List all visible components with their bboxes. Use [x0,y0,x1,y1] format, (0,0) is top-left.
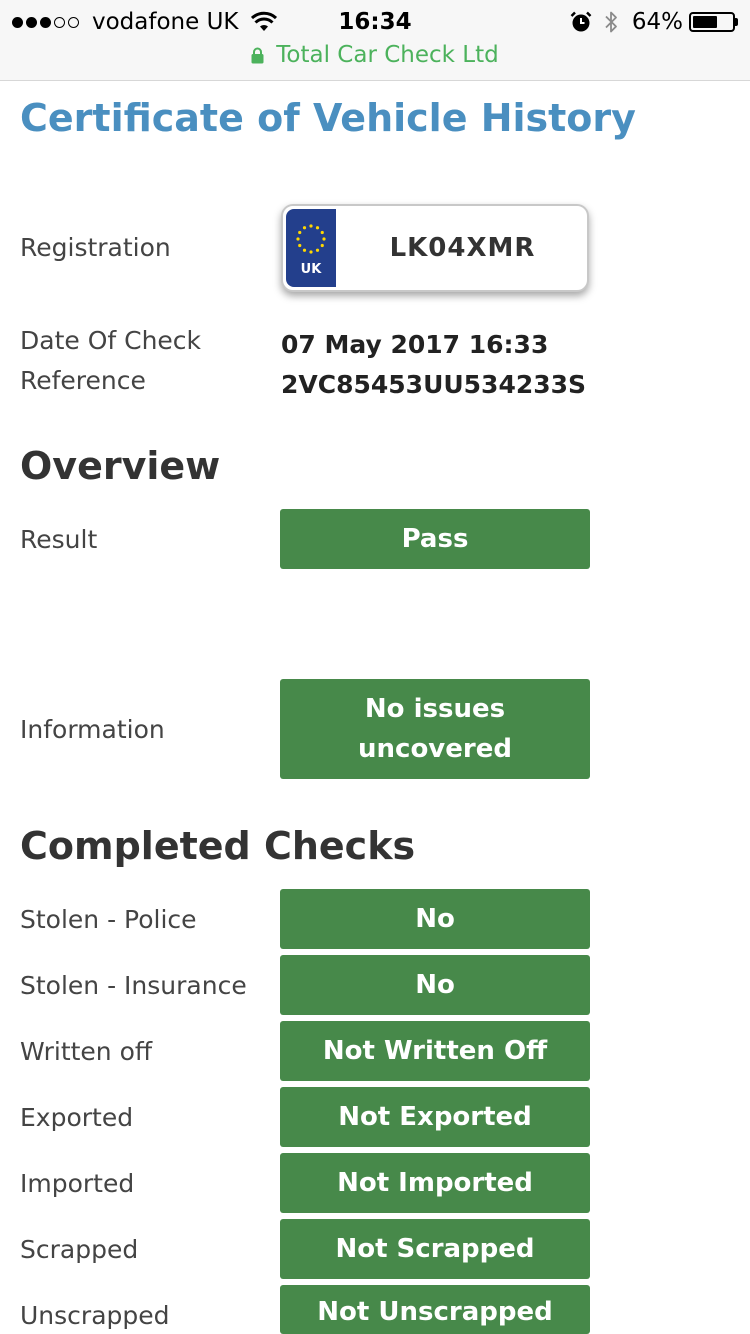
check-result-stolen-insurance: No [280,955,590,1015]
battery-percent: 64% [631,9,683,35]
check-label-imported: Imported [20,1169,135,1198]
eu-star [302,248,307,252]
status-bar: vodafone UK 16:34 64% Total Car Check Lt… [0,0,750,81]
eu-star [309,250,313,254]
check-label-exported: Exported [20,1103,134,1132]
plate-number: LK04XMR [389,233,536,263]
eu-stars-icon [296,224,326,254]
site-name: Total Car Check Ltd [276,42,499,68]
check-result-imported: Not Imported [280,1153,590,1213]
eu-star [320,243,324,248]
eu-star [315,248,320,252]
battery-icon [689,12,735,32]
check-result-exported: Not Exported [280,1087,590,1147]
check-label-unscrapped: Unscrapped [20,1301,170,1330]
information-label: Information [20,715,165,744]
eu-star [302,226,307,230]
plate-country-code: UK [300,262,322,277]
eu-star [322,237,326,241]
eu-star [298,243,302,248]
eu-star [315,226,320,230]
completed-checks-heading: Completed Checks [20,824,416,868]
result-label: Result [20,525,98,554]
date-of-check-label: Date Of Check [20,326,202,355]
battery-terminal [735,18,738,26]
result-badge: Pass [280,509,590,569]
check-result-unscrapped: Not Unscrapped [280,1285,590,1334]
eu-star [320,230,324,235]
lock-icon [251,47,264,63]
address-bar[interactable]: Total Car Check Ltd [0,40,750,70]
alarm-clock-icon [570,11,592,32]
check-label-written-off: Written off [20,1037,153,1066]
system-indicators: 64% [570,6,738,38]
information-badge: No issues uncovered [280,679,590,779]
bluetooth-icon [605,11,617,33]
page-title: Certificate of Vehicle History [20,96,636,140]
check-result-stolen-police: No [280,889,590,949]
battery-level [693,16,717,28]
registration-label: Registration [20,233,171,262]
number-plate: UK LK04XMR [281,204,589,292]
overview-heading: Overview [20,444,221,488]
date-of-check-value: 07 May 2017 16:33 [281,330,549,359]
check-label-stolen-insurance: Stolen - Insurance [20,971,247,1000]
check-label-stolen-police: Stolen - Police [20,905,197,934]
check-label-scrapped: Scrapped [20,1235,139,1264]
eu-star [298,230,302,235]
check-result-scrapped: Not Scrapped [280,1219,590,1279]
reference-value: 2VC85453UU534233S [281,370,587,399]
eu-star [309,224,313,228]
plate-country-band: UK [286,209,336,287]
reference-label: Reference [20,366,146,395]
check-result-written-off: Not Written Off [280,1021,590,1081]
eu-star [296,237,300,241]
